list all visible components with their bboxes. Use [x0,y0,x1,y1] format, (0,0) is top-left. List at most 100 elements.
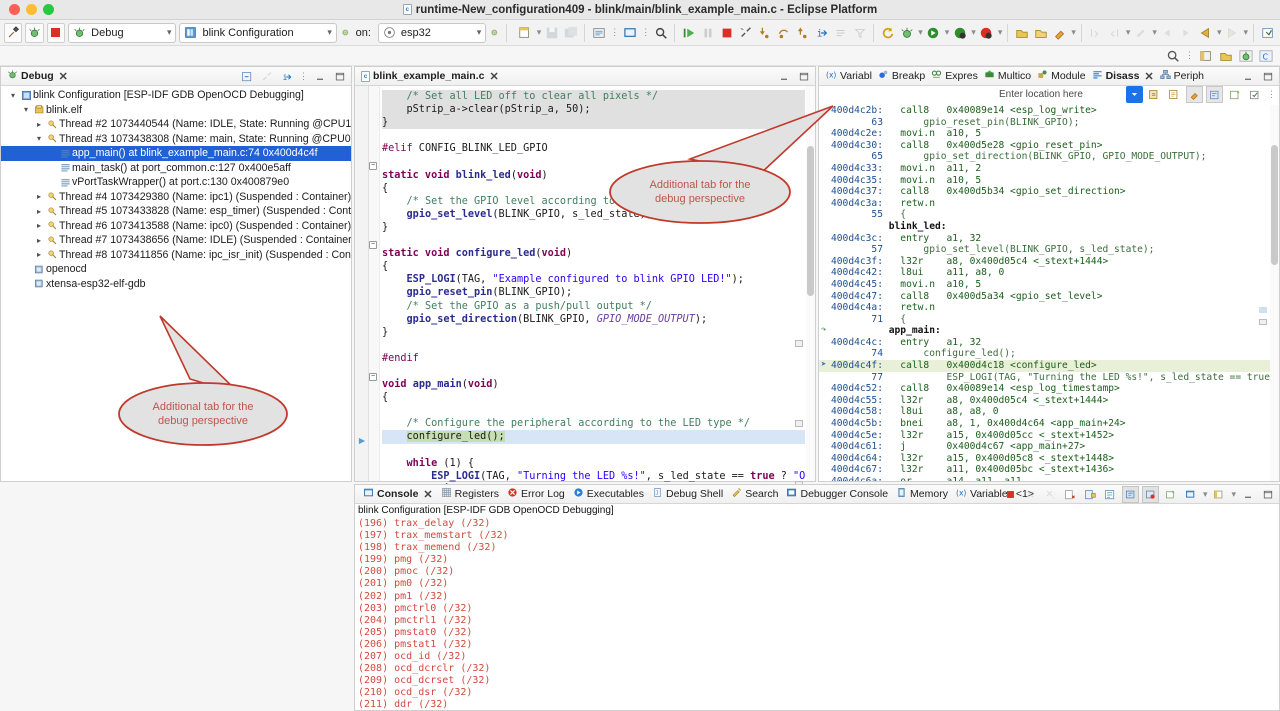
code-line[interactable]: } [382,116,805,129]
disassembly-row[interactable]: 400d4c52: call8 0x40089e14 <esp_log_time… [819,383,1270,395]
chevron-down-icon[interactable]: ▾ [1126,27,1130,38]
terminate-icon[interactable] [1002,486,1019,503]
close-icon[interactable]: ✕ [423,488,432,501]
clear-console-icon[interactable] [1062,486,1079,503]
disconnect-icon[interactable] [737,24,754,41]
disconnect-all-icon[interactable] [258,68,275,85]
tab-error-log[interactable]: Error Log [503,485,569,504]
save-icon[interactable] [543,24,560,41]
last-edit-location-icon[interactable] [1132,24,1149,41]
show-symbols-icon[interactable] [1186,86,1203,103]
debug-tree-row[interactable]: Thread #7 1073438656 (Name: IDLE) (Suspe… [1,233,351,248]
code-line[interactable]: #endif [382,352,805,365]
chevron-down-icon[interactable]: ▾ [1203,489,1207,500]
code-line[interactable]: pStrip_a->clear(pStrip_a, 50); [382,103,805,116]
next-annotation-icon[interactable] [1087,24,1104,41]
terminate-button[interactable] [47,23,65,43]
code-line[interactable]: configure_led(); [382,430,805,443]
chevron-down-icon[interactable]: ▾ [477,27,482,38]
remove-all-terminated-icon[interactable] [1042,486,1059,503]
view-menu-icon[interactable] [1210,486,1227,503]
chevron-down-icon[interactable] [20,105,32,114]
debug-tree-row[interactable]: vPortTaskWrapper() at port.c:130 0x40087… [1,175,351,190]
tab-memory[interactable]: Memory [892,485,952,504]
code-line[interactable]: static void configure_led(void) [382,247,805,260]
forward-history-icon[interactable] [1178,24,1195,41]
debug-tree-row[interactable]: openocd [1,262,351,277]
disassembly-row[interactable]: 400d4c4c: entry a1, 32 [819,337,1270,349]
disassembly-row[interactable]: 400d4c4a: retw.n [819,302,1270,314]
debug-tree-row[interactable]: Thread #3 1073438308 (Name: main, State:… [1,132,351,147]
maximize-icon[interactable] [795,68,812,85]
disassembly-row[interactable]: 400d4c30: call8 0x400d5e28 <gpio_reset_p… [819,140,1270,152]
tab-executables[interactable]: Executables [569,485,648,504]
new-view-icon[interactable] [1226,86,1243,103]
resume-icon[interactable] [680,24,697,41]
tab-breakp[interactable]: Breakp [875,67,928,86]
disassembly-row[interactable]: 400d4c33: movi.n a11, 2 [819,163,1270,175]
disassembly-row[interactable]: 400d4c6a: or a14, a11, a11 [819,476,1270,481]
target-combo[interactable]: esp32 ▾ [378,23,486,43]
forward-icon[interactable] [1223,24,1240,41]
code-line[interactable] [382,234,805,247]
disassembly-row[interactable]: 77 ESP_LOGI(TAG, "Turning the LED %s!", … [819,372,1270,384]
minimize-icon[interactable] [1239,486,1256,503]
tab-debug[interactable]: Debug ✕ [5,67,74,86]
debug-perspective-icon[interactable] [1237,47,1254,64]
chevron-right-icon[interactable] [33,236,45,245]
debug-tree-row[interactable]: blink Configuration [ESP-IDF GDB OpenOCD… [1,88,351,103]
open-resource-icon[interactable] [1032,24,1049,41]
show-addresses-icon[interactable] [1206,86,1223,103]
code-line[interactable]: gpio_set_level(BLINK_GPIO, s_led_state); [382,208,805,221]
pin-editor-icon[interactable] [1259,24,1276,41]
disassembly-row[interactable]: 57 gpio_set_level(BLINK_GPIO, s_led_stat… [819,244,1270,256]
profile-as-icon[interactable] [951,24,968,41]
tab-registers[interactable]: Registers [437,485,503,504]
disassembly-row[interactable]: 400d4c47: call8 0x400d5a34 <gpio_set_lev… [819,291,1270,303]
location-input[interactable]: Enter location here [999,89,1083,100]
chevron-right-icon[interactable] [33,192,45,201]
chevron-right-icon[interactable] [33,250,45,259]
back-icon[interactable] [1197,24,1214,41]
chevron-down-icon[interactable]: ▾ [1243,27,1247,38]
code-line[interactable]: } [382,221,805,234]
debug-tree-row[interactable]: Thread #4 1073429380 (Name: ipc1) (Suspe… [1,190,351,205]
code-line[interactable]: ESP_LOGI(TAG, "Turning the LED %s!", s_l… [382,470,805,483]
chevron-down-icon[interactable]: ▾ [1217,27,1221,38]
minimize-icon[interactable] [1239,68,1256,85]
tab-debugger-console[interactable]: Debugger Console [782,485,892,504]
debug-tree-row[interactable]: Thread #2 1073440544 (Name: IDLE, State:… [1,117,351,132]
chevron-down-icon[interactable]: ▾ [537,27,541,38]
launch-mode-combo[interactable]: Debug ▾ [68,23,176,43]
close-icon[interactable]: ✕ [59,70,68,83]
disassembly-row[interactable]: blink_led: [819,221,1270,233]
code-line[interactable]: ESP_LOGI(TAG, "Example configured to bli… [382,273,805,286]
chevron-down-icon[interactable]: ▾ [327,27,332,38]
pin-view-icon[interactable] [1246,86,1263,103]
use-step-filters-icon[interactable] [851,24,868,41]
save-all-icon[interactable] [562,24,579,41]
display-selected-console-icon[interactable] [1142,486,1159,503]
chevron-down-icon[interactable]: ▾ [1231,489,1235,500]
console-view-icon[interactable] [621,24,638,41]
debug-tree-row[interactable]: xtensa-esp32-elf-gdb [1,277,351,292]
debug-button[interactable] [25,23,43,43]
code-line[interactable] [382,444,805,457]
maximize-icon[interactable] [1259,68,1276,85]
disassembly-row[interactable]: 63 gpio_reset_pin(BLINK_GPIO); [819,117,1270,129]
fold-toggle[interactable]: − [369,241,377,249]
maximize-icon[interactable] [331,68,348,85]
edit-target-gear-icon[interactable] [489,26,500,39]
tab-expres[interactable]: Expres [928,67,981,86]
fold-toggle[interactable]: − [369,373,377,381]
code-line[interactable]: gpio_set_direction(BLINK_GPIO, GPIO_MODE… [382,313,805,326]
disassembly-row[interactable]: 400d4c64: l32r a15, 0x400d05c8 <_stext+1… [819,453,1270,465]
show-source-icon[interactable] [1166,86,1183,103]
tab-debug-shell[interactable]: JDebug Shell [648,485,727,504]
new-console-view-icon[interactable] [1182,486,1199,503]
disassembly-row[interactable]: ↷ app_main: [819,325,1270,337]
back-history-icon[interactable] [1159,24,1176,41]
disassembly-row[interactable]: 400d4c42: l8ui a11, a8, 0 [819,267,1270,279]
code-line[interactable]: while (1) { [382,457,805,470]
collapse-all-icon[interactable] [238,68,255,85]
